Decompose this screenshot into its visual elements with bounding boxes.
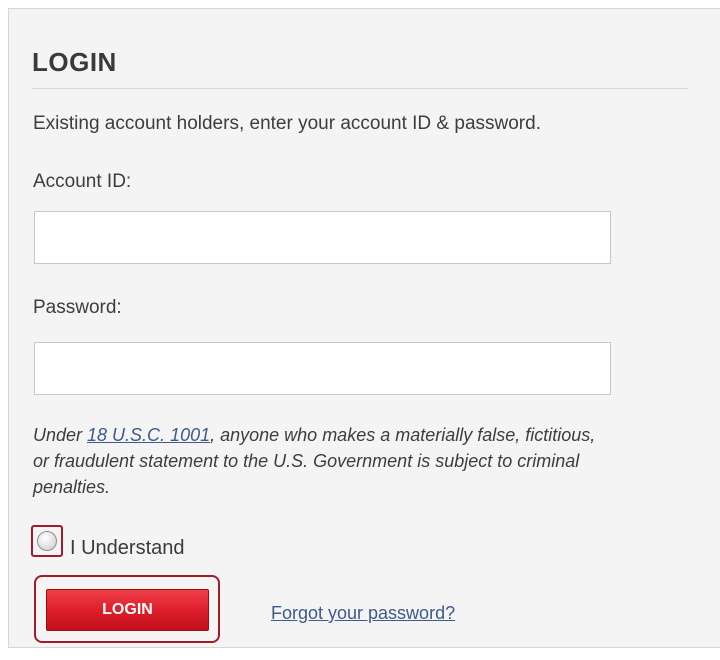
forgot-password-link[interactable]: Forgot your password? <box>271 603 455 624</box>
legal-notice: Under 18 U.S.C. 1001, anyone who makes a… <box>33 422 613 500</box>
login-panel: LOGIN Existing account holders, enter yo… <box>8 8 720 648</box>
legal-prefix: Under <box>33 425 88 445</box>
account-id-input[interactable] <box>34 211 611 264</box>
login-button[interactable]: LOGIN <box>46 589 209 631</box>
top-strip <box>0 0 720 8</box>
login-title: LOGIN <box>32 47 117 77</box>
password-label: Password: <box>33 297 122 318</box>
password-input[interactable] <box>34 342 611 395</box>
intro-text: Existing account holders, enter your acc… <box>33 113 541 134</box>
account-id-label: Account ID: <box>33 171 132 192</box>
radio-button-icon[interactable] <box>37 531 57 551</box>
title-divider <box>32 88 688 89</box>
acknowledge-label: I Understand <box>70 537 185 559</box>
usc-1001-link[interactable]: 18 U.S.C. 1001 <box>87 425 210 445</box>
